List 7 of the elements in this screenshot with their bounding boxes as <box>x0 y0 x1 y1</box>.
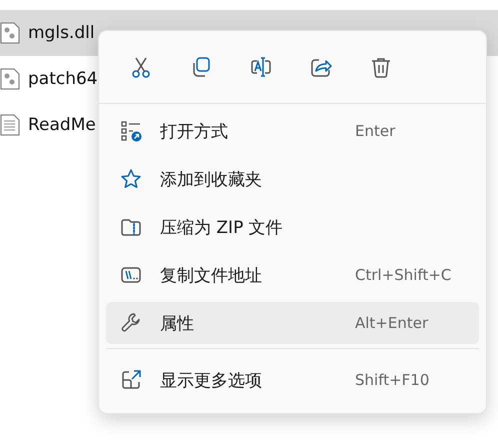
shortcut-text: Enter <box>355 122 396 140</box>
shortcut-text: Shift+F10 <box>355 371 430 389</box>
shortcut-text: Ctrl+Shift+C <box>355 266 452 284</box>
file-name: ReadMe <box>28 115 96 135</box>
file-name: mgls.dll <box>28 23 95 43</box>
shortcut-text: Alt+Enter <box>355 314 430 332</box>
file-name: patch64 <box>28 69 98 89</box>
